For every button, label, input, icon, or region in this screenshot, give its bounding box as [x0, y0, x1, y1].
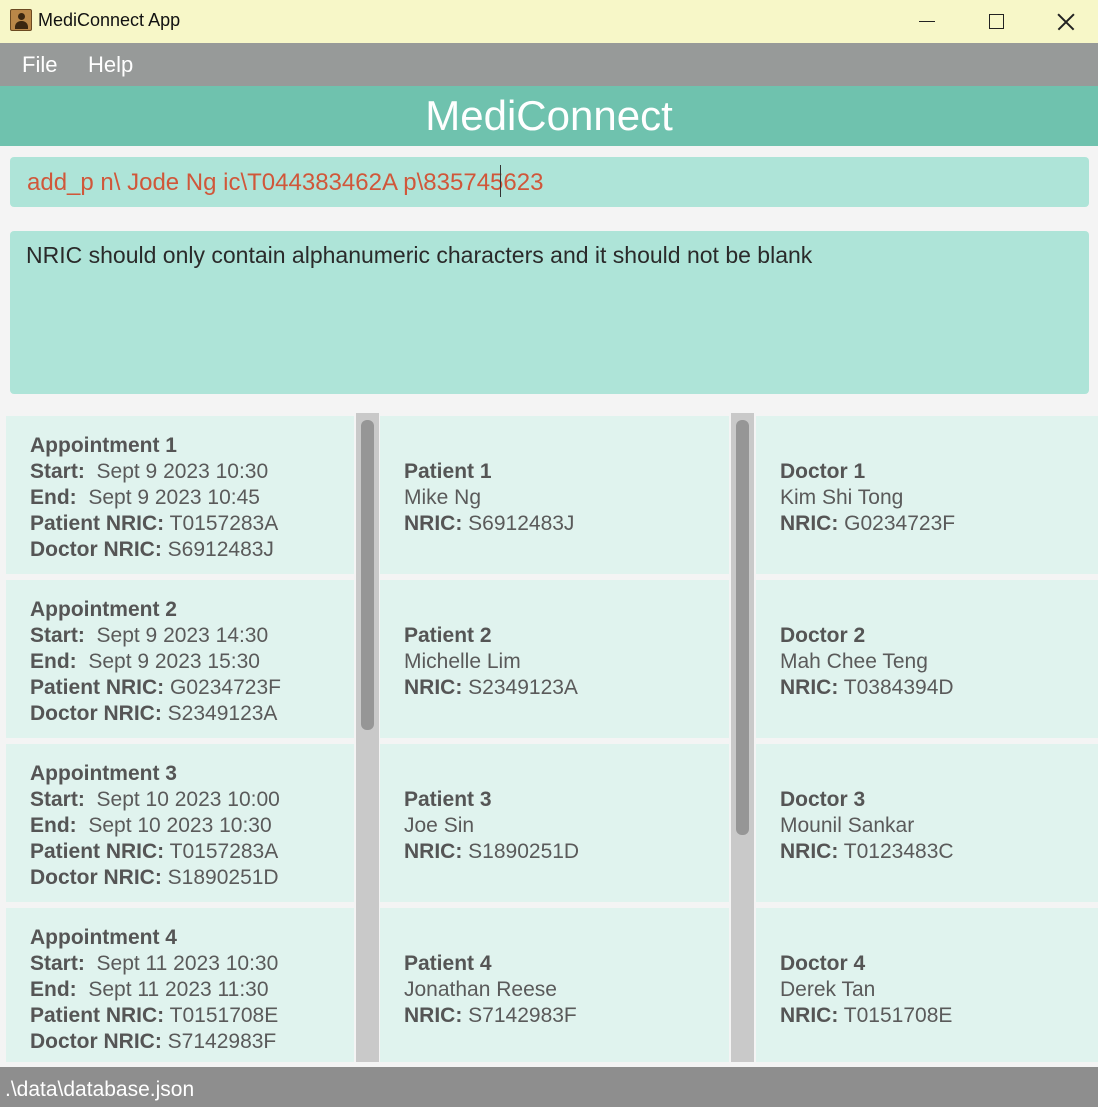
appointment-card-2[interactable]: Appointment 2 Start: Sept 9 2023 14:30 E… [6, 580, 354, 738]
doctor-card-4[interactable]: Doctor 4 Derek Tan NRIC: T0151708E [756, 908, 1098, 1062]
app-header: MediConnect [0, 86, 1098, 146]
patient-name: Joe Sin [404, 814, 475, 837]
doctor-nric: T0151708E [843, 1004, 953, 1027]
appointment-doctor-nric: S6912483J [167, 538, 274, 561]
doctor-nric: T0123483C [843, 840, 954, 863]
patient-nric: S6912483J [468, 512, 575, 535]
appointment-title: Appointment 2 [30, 598, 177, 621]
patient-name: Mike Ng [404, 486, 482, 509]
command-text: add_p n\ Jode Ng ic\T044383462A p\835745… [27, 169, 544, 196]
patient-nric: S7142983F [468, 1004, 577, 1027]
doctor-title: Doctor 4 [780, 952, 866, 975]
patient-title: Patient 4 [404, 952, 492, 975]
appointment-patient-nric: G0234723F [170, 676, 281, 699]
appointment-doctor-nric: S1890251D [167, 866, 279, 889]
result-message: NRIC should only contain alphanumeric ch… [26, 242, 813, 268]
appointment-card-4[interactable]: Appointment 4 Start: Sept 11 2023 10:30 … [6, 908, 354, 1062]
appointment-end: Sept 11 2023 11:30 [88, 978, 269, 1001]
appointment-patient-nric: T0157283A [169, 840, 279, 863]
appointment-doctor-nric: S2349123A [167, 702, 278, 725]
appointment-start: Sept 10 2023 10:00 [96, 788, 280, 811]
doctor-card-3[interactable]: Doctor 3 Mounil Sankar NRIC: T0123483C [756, 744, 1098, 902]
menu-help[interactable]: Help [88, 52, 133, 78]
appointment-list[interactable]: Appointment 1 Start: Sept 9 2023 10:30 E… [6, 413, 354, 1062]
patient-card-2[interactable]: Patient 2 Michelle Lim NRIC: S2349123A [380, 580, 729, 738]
patient-card-4[interactable]: Patient 4 Jonathan Reese NRIC: S7142983F [380, 908, 729, 1062]
status-bar: .\data\database.json [0, 1067, 1098, 1107]
doctor-nric: G0234723F [844, 512, 956, 535]
patient-title: Patient 2 [404, 624, 492, 647]
menu-file[interactable]: File [22, 52, 57, 78]
appointment-title: Appointment 3 [30, 762, 177, 785]
doctor-title: Doctor 1 [780, 460, 866, 483]
doctor-name: Mounil Sankar [780, 814, 915, 837]
appointment-patient-nric: T0157283A [169, 512, 279, 535]
appointment-card-3[interactable]: Appointment 3 Start: Sept 10 2023 10:00 … [6, 744, 354, 902]
appointment-title: Appointment 1 [30, 434, 177, 457]
maximize-button[interactable] [961, 0, 1031, 43]
appointment-start: Sept 9 2023 10:30 [96, 460, 269, 483]
doctor-title: Doctor 3 [780, 788, 866, 811]
appointment-doctor-nric: S7142983F [167, 1030, 277, 1053]
doctor-card-1[interactable]: Doctor 1 Kim Shi Tong NRIC: G0234723F [756, 416, 1098, 574]
doctor-name: Kim Shi Tong [780, 486, 904, 509]
minimize-button[interactable] [892, 0, 962, 43]
patient-scroll-thumb[interactable] [736, 420, 749, 835]
patient-name: Jonathan Reese [404, 978, 557, 1001]
appointment-scrollbar[interactable] [356, 413, 379, 1062]
doctor-name: Mah Chee Teng [780, 650, 928, 673]
command-input[interactable]: add_p n\ Jode Ng ic\T044383462A p\835745… [10, 157, 1089, 207]
result-display: NRIC should only contain alphanumeric ch… [10, 231, 1089, 394]
doctor-list[interactable]: Doctor 1 Kim Shi Tong NRIC: G0234723F Do… [756, 413, 1098, 1062]
appointment-title: Appointment 4 [30, 926, 177, 949]
doctor-title: Doctor 2 [780, 624, 866, 647]
doctor-card-2[interactable]: Doctor 2 Mah Chee Teng NRIC: T0384394D [756, 580, 1098, 738]
patient-card-1[interactable]: Patient 1 Mike Ng NRIC: S6912483J [380, 416, 729, 574]
patient-nric: S2349123A [468, 676, 578, 699]
close-icon [1057, 13, 1075, 31]
minimize-icon [919, 20, 935, 23]
patient-card-3[interactable]: Patient 3 Joe Sin NRIC: S1890251D [380, 744, 729, 902]
appointment-card-1[interactable]: Appointment 1 Start: Sept 9 2023 10:30 E… [6, 416, 354, 574]
patient-title: Patient 1 [404, 460, 492, 483]
appointment-end: Sept 9 2023 10:45 [88, 486, 260, 509]
appointment-start: Sept 11 2023 10:30 [96, 952, 279, 975]
patient-nric: S1890251D [468, 840, 580, 863]
patient-scrollbar[interactable] [731, 413, 754, 1062]
window-title: MediConnect App [38, 10, 181, 30]
appointment-scroll-thumb[interactable] [361, 420, 374, 730]
appointment-patient-nric: T0151708E [169, 1004, 279, 1027]
patient-name: Michelle Lim [404, 650, 521, 673]
close-button[interactable] [1031, 0, 1098, 43]
patient-list[interactable]: Patient 1 Mike Ng NRIC: S6912483J Patien… [380, 413, 729, 1062]
appointment-start: Sept 9 2023 14:30 [96, 624, 269, 647]
data-file-path: .\data\database.json [5, 1078, 195, 1101]
address-book-icon [10, 9, 32, 31]
text-caret [500, 165, 501, 197]
doctor-name: Derek Tan [780, 978, 876, 1001]
patient-title: Patient 3 [404, 788, 492, 811]
appointment-end: Sept 9 2023 15:30 [88, 650, 260, 673]
menu-bar: File Help [0, 43, 1098, 86]
app-header-title: MediConnect [425, 92, 673, 139]
title-bar: MediConnect App [0, 0, 1098, 43]
maximize-icon [988, 14, 1004, 29]
doctor-nric: T0384394D [843, 676, 954, 699]
appointment-end: Sept 10 2023 10:30 [88, 814, 272, 837]
